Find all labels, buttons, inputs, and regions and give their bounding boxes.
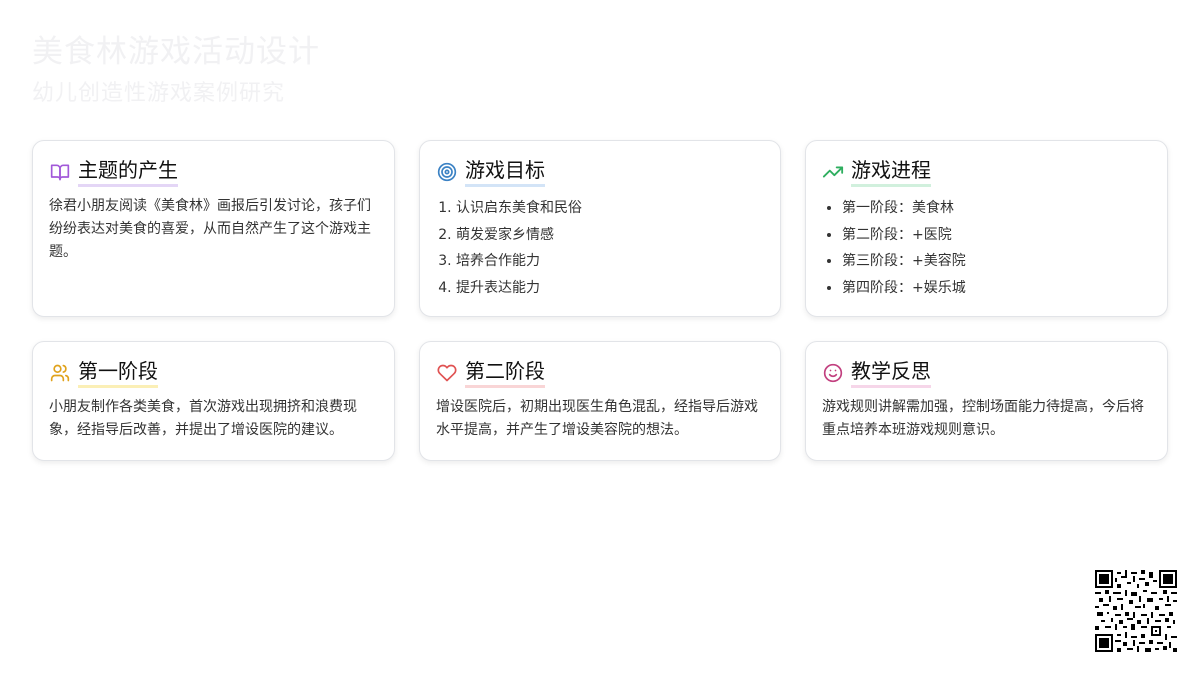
users-icon — [49, 362, 71, 384]
card-stage-two: 第二阶段 增设医院后，初期出现医生角色混乱，经指导后游戏水平提高，并产生了增设美… — [419, 341, 781, 461]
card-text: 小朋友制作各类美食，首次游戏出现拥挤和浪费现象，经指导后改善，并提出了增设医院的… — [49, 399, 357, 438]
list-item: 第四阶段：+娱乐城 — [842, 275, 1151, 302]
card-title: 主题的产生 — [78, 157, 178, 187]
card-title: 教学反思 — [851, 358, 931, 388]
card-grid: 主题的产生 徐君小朋友阅读《美食林》画报后引发讨论，孩子们纷纷表达对美食的喜爱，… — [32, 140, 1168, 461]
qr-code-icon — [1095, 570, 1177, 652]
card-reflection: 教学反思 游戏规则讲解需加强，控制场面能力待提高，今后将重点培养本班游戏规则意识… — [805, 341, 1168, 461]
list-item: 萌发爱家乡情感 — [456, 222, 764, 249]
heart-icon — [436, 362, 458, 384]
list-item: 提升表达能力 — [456, 275, 764, 302]
card-text: 游戏规则讲解需加强，控制场面能力待提高，今后将重点培养本班游戏规则意识。 — [822, 399, 1144, 438]
card-text: 徐君小朋友阅读《美食林》画报后引发讨论，孩子们纷纷表达对美食的喜爱，从而自然产生… — [49, 198, 371, 260]
list-item: 第二阶段：+医院 — [842, 222, 1151, 249]
list-item: 第三阶段：+美容院 — [842, 248, 1151, 275]
list-item: 第一阶段：美食林 — [842, 195, 1151, 222]
page-title: 美食林游戏活动设计 — [32, 34, 320, 70]
card-stage-one: 第一阶段 小朋友制作各类美食，首次游戏出现拥挤和浪费现象，经指导后改善，并提出了… — [32, 341, 395, 461]
card-title: 游戏进程 — [851, 157, 931, 187]
page-subtitle: 幼儿创造性游戏案例研究 — [32, 81, 286, 106]
target-icon — [436, 161, 458, 183]
goal-list: 认识启东美食和民俗 萌发爱家乡情感 培养合作能力 提升表达能力 — [436, 195, 764, 302]
trending-up-icon — [822, 161, 844, 183]
card-game-progress: 游戏进程 第一阶段：美食林 第二阶段：+医院 第三阶段：+美容院 第四阶段：+娱… — [805, 140, 1168, 317]
list-item: 培养合作能力 — [456, 248, 764, 275]
card-title: 游戏目标 — [465, 157, 545, 187]
card-title: 第一阶段 — [78, 358, 158, 388]
stage-list: 第一阶段：美食林 第二阶段：+医院 第三阶段：+美容院 第四阶段：+娱乐城 — [822, 195, 1151, 302]
book-open-icon — [49, 161, 71, 183]
smile-icon — [822, 362, 844, 384]
card-text: 增设医院后，初期出现医生角色混乱，经指导后游戏水平提高，并产生了增设美容院的想法… — [436, 399, 758, 438]
card-theme-origin: 主题的产生 徐君小朋友阅读《美食林》画报后引发讨论，孩子们纷纷表达对美食的喜爱，… — [32, 140, 395, 317]
slide: 美食林游戏活动设计 幼儿创造性游戏案例研究 主题的产生 徐君小朋友阅读《美食林》… — [0, 0, 1200, 675]
card-game-goals: 游戏目标 认识启东美食和民俗 萌发爱家乡情感 培养合作能力 提升表达能力 — [419, 140, 781, 317]
list-item: 认识启东美食和民俗 — [456, 195, 764, 222]
card-title: 第二阶段 — [465, 358, 545, 388]
